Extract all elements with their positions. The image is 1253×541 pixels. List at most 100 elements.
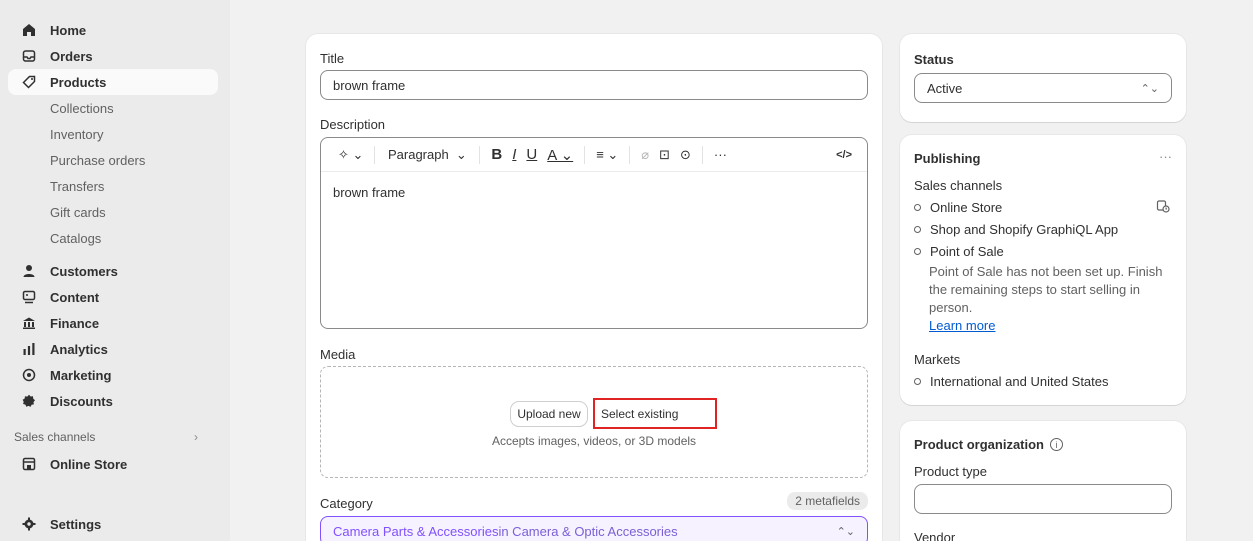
nav-gift-cards[interactable]: Gift cards [8, 199, 218, 225]
publishing-card: Publishing ··· Sales channels Online Sto… [900, 135, 1186, 405]
nav-catalogs[interactable]: Catalogs [8, 225, 218, 251]
nav-content[interactable]: Content [8, 284, 218, 310]
tag-icon [22, 75, 36, 89]
nav-label: Collections [50, 100, 114, 116]
title-input[interactable]: brown frame [320, 70, 868, 100]
nav-label: Analytics [50, 341, 108, 357]
toolbar-separator [374, 145, 376, 164]
status-value: Active [927, 80, 963, 96]
channel-name: Point of Sale [930, 244, 1004, 259]
upload-new-button[interactable]: Upload new [511, 402, 587, 426]
nav-settings[interactable]: Settings [8, 511, 218, 537]
category-select[interactable]: Camera Parts & Accessories in Camera & O… [320, 516, 868, 541]
nav-label: Catalogs [50, 230, 102, 246]
sales-channels-label: Sales channels [914, 178, 1003, 193]
code-view-icon[interactable]: </> [831, 143, 857, 167]
target-icon [22, 368, 36, 382]
select-arrows-icon: ⌃⌄ [836, 525, 855, 538]
nav-label: Products [50, 74, 107, 90]
organization-title: Product organization i [914, 437, 1063, 452]
title-input-value: brown frame [333, 77, 406, 93]
inbox-icon [22, 49, 36, 63]
nav-label: Transfers [50, 178, 105, 194]
nav-label: Gift cards [50, 204, 106, 220]
nav-marketing[interactable]: Marketing [8, 362, 218, 388]
info-icon[interactable]: i [1050, 438, 1063, 451]
status-dot-icon [914, 378, 921, 385]
magic-icon[interactable]: ✧ ⌄ [333, 143, 368, 167]
bold-icon[interactable]: B [486, 143, 507, 167]
align-icon[interactable]: ≡ ⌄ [591, 143, 623, 167]
nav-label: Settings [50, 516, 102, 532]
gear-icon [22, 517, 36, 531]
category-value-rest: in Camera & Optic Accessories [498, 523, 678, 539]
text-color-icon[interactable]: A ⌄ [542, 143, 578, 167]
publishing-title: Publishing [914, 151, 981, 166]
nav-transfers[interactable]: Transfers [8, 173, 218, 199]
media-hint: Accepts images, videos, or 3D models [491, 434, 697, 448]
section-label-text: Sales channels [14, 430, 96, 444]
nav-customers[interactable]: Customers [8, 258, 218, 284]
nav-products[interactable]: Products [8, 69, 218, 95]
nav-label: Discounts [50, 393, 113, 409]
image-icon[interactable]: ⊡ [654, 143, 675, 167]
home-icon [22, 23, 36, 37]
nav-label: Customers [50, 263, 118, 279]
paragraph-format-dropdown[interactable]: Paragraph ⌄ [381, 143, 473, 167]
link-icon[interactable]: ⌀ [636, 143, 654, 167]
channel-shop-graphiql: Shop and Shopify GraphiQL App [914, 222, 1118, 237]
bar-chart-icon [22, 342, 36, 356]
chevron-right-icon: › [194, 430, 198, 444]
nav-finance[interactable]: Finance [8, 310, 218, 336]
italic-icon[interactable]: I [507, 143, 521, 167]
status-card: Status Active ⌃⌄ [900, 34, 1186, 122]
nav-analytics[interactable]: Analytics [8, 336, 218, 362]
nav-collections[interactable]: Collections [8, 95, 218, 121]
title-label: Title [320, 51, 345, 66]
markets-label: Markets [914, 352, 961, 367]
toolbar-separator [479, 145, 481, 164]
nav-inventory[interactable]: Inventory [8, 121, 218, 147]
more-icon[interactable]: ··· [709, 143, 732, 167]
description-editor[interactable]: ✧ ⌄ Paragraph ⌄ B I U A ⌄ ≡ ⌄ ⌀ ⊡ ⊙ ··· … [320, 137, 868, 329]
product-type-input[interactable] [914, 484, 1172, 514]
nav-online-store[interactable]: Online Store [8, 451, 218, 477]
nav-label: Inventory [50, 126, 104, 142]
nav-discounts[interactable]: Discounts [8, 388, 218, 414]
product-type-label: Product type [914, 464, 987, 479]
select-existing-button[interactable]: Select existing [593, 398, 717, 429]
description-text: brown frame [333, 185, 406, 200]
nav-label: Orders [50, 48, 93, 64]
more-actions-icon[interactable]: ··· [1159, 149, 1172, 164]
category-label: Category [320, 496, 373, 511]
toolbar-separator [701, 145, 703, 164]
nav-purchase-orders[interactable]: Purchase orders [8, 147, 218, 173]
nav-label: Purchase orders [50, 152, 146, 168]
nav-orders[interactable]: Orders [8, 43, 218, 69]
editor-toolbar: ✧ ⌄ Paragraph ⌄ B I U A ⌄ ≡ ⌄ ⌀ ⊡ ⊙ ··· … [321, 138, 867, 172]
channel-online-store: Online Store [914, 200, 1002, 215]
pos-note: Point of Sale has not been set up. Finis… [929, 263, 1169, 335]
select-arrows-icon: ⌃⌄ [1140, 82, 1159, 95]
status-dot-icon [914, 204, 921, 211]
underline-icon[interactable]: U [521, 143, 542, 167]
channel-point-of-sale: Point of Sale [914, 244, 1004, 259]
video-icon[interactable]: ⊙ [675, 143, 696, 167]
status-select[interactable]: Active ⌃⌄ [914, 73, 1172, 103]
content-icon [22, 290, 36, 304]
media-dropzone[interactable]: Upload new Select existing Accepts image… [320, 366, 868, 478]
organization-title-text: Product organization [914, 437, 1044, 452]
status-dot-icon [914, 248, 921, 255]
sales-channels-heading[interactable]: Sales channels › [14, 430, 214, 444]
product-organization-card: Product organization i Product type Vend… [900, 421, 1186, 541]
status-dot-icon [914, 226, 921, 233]
toolbar-separator [584, 145, 586, 164]
nav-label: Marketing [50, 367, 112, 383]
product-details-card: Title brown frame Description ✧ ⌄ Paragr… [306, 34, 882, 541]
learn-more-link[interactable]: Learn more [929, 318, 995, 333]
channel-name: Shop and Shopify GraphiQL App [930, 222, 1119, 237]
schedule-icon[interactable] [1156, 199, 1170, 216]
nav-home[interactable]: Home [8, 17, 218, 43]
media-label: Media [320, 347, 356, 362]
bank-icon [22, 316, 36, 330]
